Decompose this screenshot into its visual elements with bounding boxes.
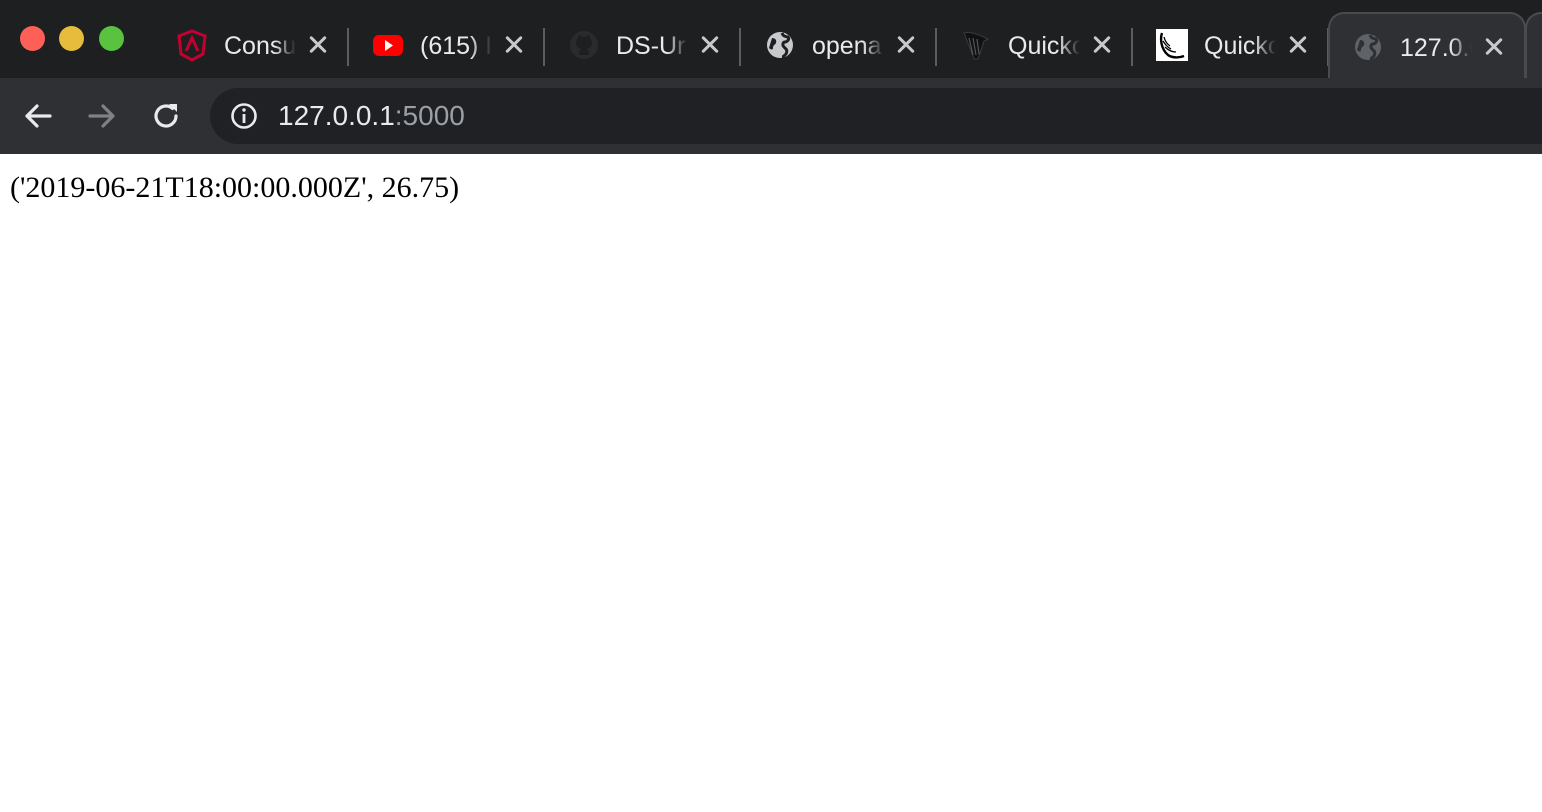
tab-title: DS-Ur <box>616 32 686 60</box>
tab[interactable]: DS-Ur <box>544 12 741 78</box>
minimize-window-button[interactable] <box>59 26 84 51</box>
github-icon <box>568 29 600 61</box>
tab[interactable]: opena <box>740 12 937 78</box>
tab-strip: Consu (615) I DS-Ur opena Quickc Quickc … <box>0 0 1542 78</box>
url-text[interactable]: 127.0.0.1:5000 <box>278 99 465 133</box>
flask-icon <box>1156 29 1188 61</box>
tab-title: opena <box>812 32 882 60</box>
close-window-button[interactable] <box>20 26 45 51</box>
url-host: 127.0.0.1 <box>278 100 395 131</box>
tab-close-button[interactable] <box>502 33 526 57</box>
browser-toolbar: 127.0.0.1:5000 <box>0 78 1542 154</box>
tab-close-button[interactable] <box>698 33 722 57</box>
tab[interactable]: Quickc <box>936 12 1133 78</box>
reload-button[interactable] <box>148 98 184 134</box>
tab-close-button[interactable] <box>1286 33 1310 57</box>
back-button[interactable] <box>20 98 56 134</box>
tab-close-button[interactable] <box>1482 35 1506 59</box>
tab[interactable]: Quickc <box>1132 12 1329 78</box>
page-content: ('2019-06-21T18:00:00.000Z', 26.75) <box>0 154 1542 812</box>
tab-title: Quickc <box>1204 32 1276 60</box>
harp-icon <box>960 29 992 61</box>
address-bar[interactable]: 127.0.0.1:5000 <box>210 88 1542 144</box>
arrow-right-icon <box>88 104 115 128</box>
zoom-window-button[interactable] <box>99 26 124 51</box>
globe-icon <box>1352 31 1384 63</box>
tab-active[interactable]: 127.0.0 <box>1328 12 1526 78</box>
forward-button[interactable] <box>84 98 120 134</box>
tab-title: 127.0.0 <box>1400 34 1472 62</box>
tab-close-button[interactable] <box>894 33 918 57</box>
youtube-icon <box>372 29 404 61</box>
globe-icon <box>764 29 796 61</box>
tab-title: (615) I <box>420 32 492 60</box>
tab-title: Consu <box>224 32 296 60</box>
tab-overflow-edge[interactable] <box>1525 12 1542 78</box>
tab-close-button[interactable] <box>1090 33 1114 57</box>
tab-close-button[interactable] <box>306 33 330 57</box>
info-icon[interactable] <box>230 102 258 130</box>
angular-shield-icon <box>176 29 208 61</box>
reload-icon <box>154 104 178 128</box>
browser-window: Consu (615) I DS-Ur opena Quickc Quickc … <box>0 0 1542 812</box>
tab[interactable]: Consu <box>152 12 349 78</box>
url-port: :5000 <box>394 100 465 131</box>
response-body-text: ('2019-06-21T18:00:00.000Z', 26.75) <box>10 171 460 204</box>
arrow-left-icon <box>25 104 52 128</box>
tab[interactable]: (615) I <box>348 12 545 78</box>
tab-title: Quickc <box>1008 32 1080 60</box>
